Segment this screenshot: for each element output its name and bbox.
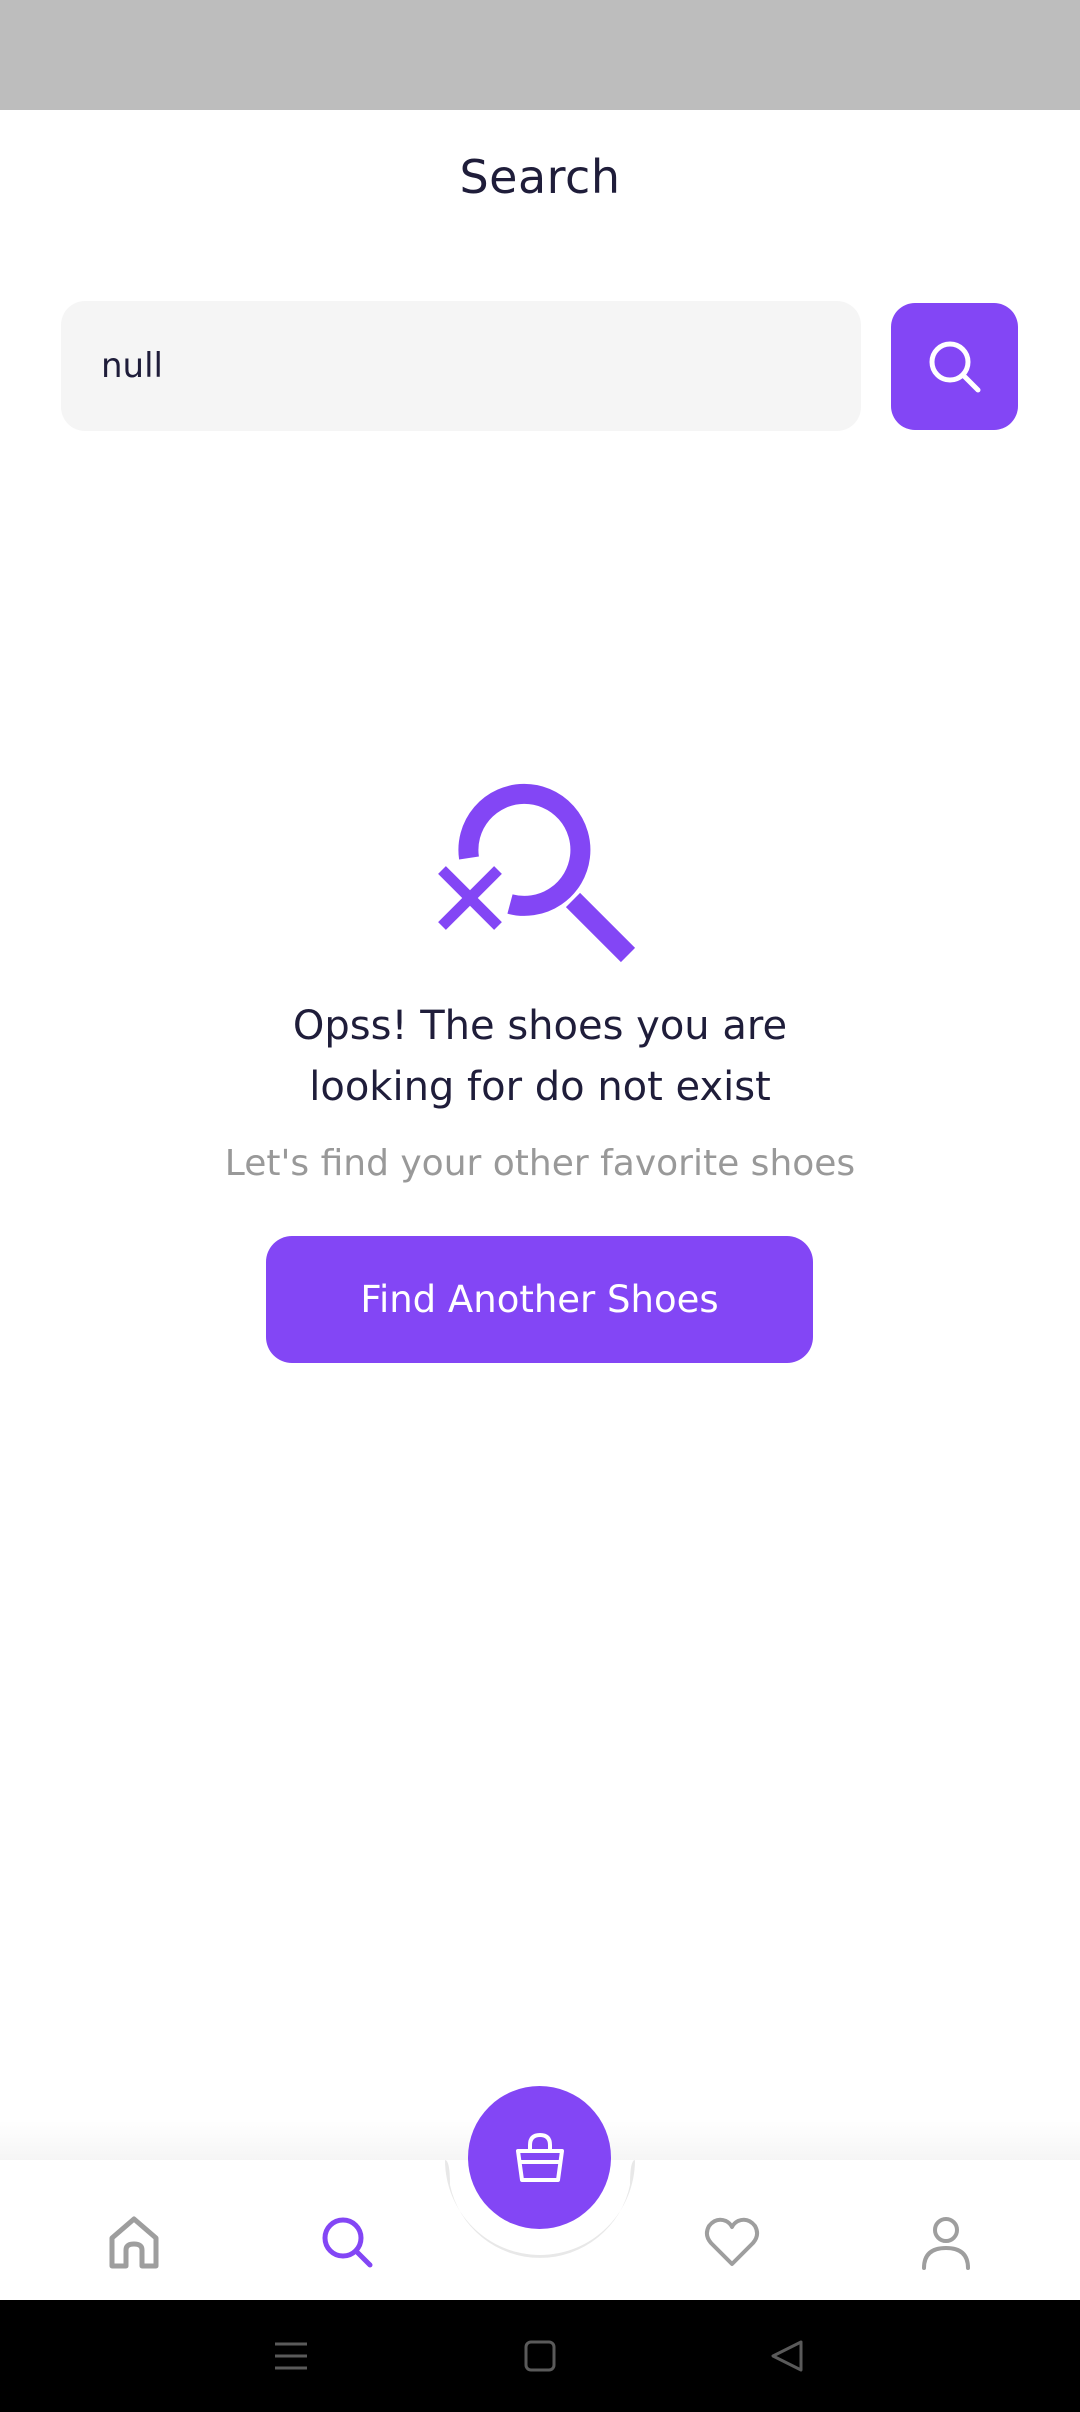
empty-state-subtitle: Let's find your other favorite shoes: [224, 1143, 856, 1184]
heart-icon: [704, 2217, 760, 2266]
system-back-button[interactable]: [763, 2332, 811, 2380]
page-title: Search: [459, 150, 621, 204]
home-icon: [109, 2216, 159, 2269]
search-button[interactable]: [891, 303, 1018, 430]
menu-icon: [275, 2342, 307, 2370]
user-icon: [922, 2217, 970, 2270]
find-another-shoes-button[interactable]: Find Another Shoes: [266, 1236, 813, 1363]
search-icon: [322, 2217, 373, 2268]
nav-profile[interactable]: [898, 2194, 994, 2290]
search-not-found-icon: [438, 783, 636, 963]
cart-button[interactable]: [468, 2086, 611, 2229]
nav-favorites[interactable]: [684, 2194, 780, 2290]
empty-state-title: Opss! The shoes you are looking for do n…: [140, 996, 940, 1118]
system-home-button[interactable]: [516, 2332, 564, 2380]
system-menu-button[interactable]: [267, 2332, 315, 2380]
nav-search[interactable]: [299, 2194, 395, 2290]
status-bar: [0, 0, 1080, 110]
back-triangle-icon: [771, 2340, 803, 2372]
search-screen: Search Opss! The shoes you are looking f…: [0, 0, 1080, 2412]
empty-state-title-line1: Opss! The shoes you are: [292, 1003, 788, 1049]
empty-state-title-line2: looking for do not exist: [309, 1064, 771, 1110]
search-icon: [929, 341, 980, 392]
square-home-icon: [524, 2340, 556, 2372]
search-input[interactable]: [61, 301, 861, 431]
shopping-bag-icon: [515, 2132, 564, 2182]
nav-home[interactable]: [86, 2194, 182, 2290]
system-navigation-bar: [0, 2300, 1080, 2412]
